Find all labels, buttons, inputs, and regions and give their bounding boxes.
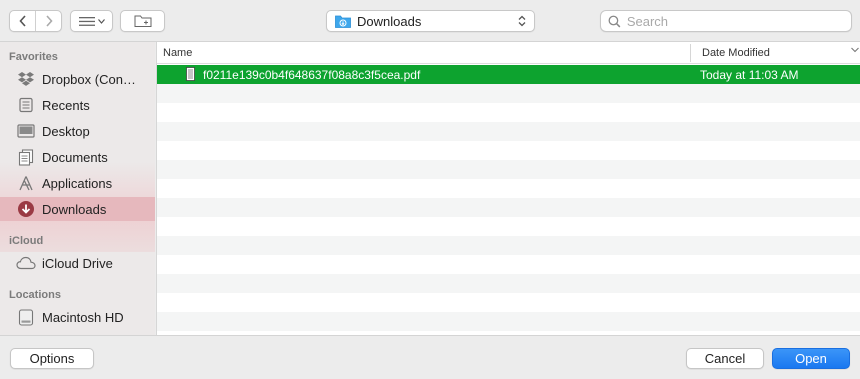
sidebar-item-macintosh-hd[interactable]: Macintosh HD <box>0 305 155 329</box>
column-header: Name Date Modified <box>157 42 860 64</box>
empty-row <box>157 179 860 198</box>
sidebar: Favorites Dropbox (Con… Recents Desktop <box>0 42 155 335</box>
downloads-icon <box>16 200 36 218</box>
empty-row <box>157 141 860 160</box>
sidebar-item-dropbox[interactable]: Dropbox (Con… <box>0 67 155 91</box>
column-header-date-modified[interactable]: Date Modified <box>702 47 770 59</box>
new-folder-button[interactable] <box>120 10 165 32</box>
empty-row <box>157 198 860 217</box>
locations-header: Locations <box>9 289 61 301</box>
toolbar: Downloads <box>0 0 860 42</box>
file-browser: Name Date Modified f0211e139c0b4f648637f… <box>156 42 860 335</box>
open-button[interactable]: Open <box>772 348 850 369</box>
new-folder-icon <box>134 15 151 27</box>
desktop-icon <box>16 122 36 140</box>
sidebar-item-label: Recents <box>42 97 90 113</box>
empty-row <box>157 103 860 122</box>
pdf-file-icon <box>186 67 195 81</box>
empty-row <box>157 274 860 293</box>
updown-chevron-icon <box>518 15 526 27</box>
harddrive-icon <box>16 308 36 326</box>
search-input[interactable] <box>626 13 844 29</box>
chevron-right-icon <box>46 15 53 27</box>
sidebar-item-label: Dropbox (Con… <box>42 71 136 87</box>
empty-row <box>157 255 860 274</box>
chevron-left-icon <box>19 15 26 27</box>
file-name: f0211e139c0b4f648637f08a8c3f5cea.pdf <box>203 68 421 82</box>
empty-row <box>157 160 860 179</box>
file-row[interactable]: f0211e139c0b4f648637f08a8c3f5cea.pdf Tod… <box>157 65 860 84</box>
cancel-button[interactable]: Cancel <box>686 348 764 369</box>
sidebar-item-label: iCloud Drive <box>42 255 113 271</box>
search-field[interactable] <box>600 10 852 32</box>
view-options-button[interactable] <box>70 10 113 32</box>
empty-row <box>157 293 860 312</box>
downloads-folder-icon <box>335 15 351 28</box>
sidebar-item-label: Downloads <box>42 201 107 217</box>
search-icon <box>608 15 621 27</box>
sidebar-item-label: Applications <box>42 175 113 191</box>
navigation-buttons <box>9 10 62 32</box>
empty-row <box>157 236 860 255</box>
location-popup[interactable]: Downloads <box>326 10 535 32</box>
sidebar-item-recents[interactable]: Recents <box>0 93 155 117</box>
cloud-icon <box>16 254 36 272</box>
sidebar-item-desktop[interactable]: Desktop <box>0 119 155 143</box>
documents-icon <box>16 148 36 166</box>
empty-row <box>157 122 860 141</box>
favorites-header: Favorites <box>9 51 58 63</box>
location-label: Downloads <box>357 13 422 29</box>
forward-button[interactable] <box>35 11 61 31</box>
sidebar-item-label: Documents <box>42 149 108 165</box>
bottom-bar: Options Cancel Open <box>0 335 860 379</box>
options-button[interactable]: Options <box>10 348 94 369</box>
dropbox-icon <box>16 70 36 88</box>
file-date-modified: Today at 11:03 AM <box>700 68 799 82</box>
empty-row <box>157 217 860 236</box>
applications-icon <box>16 174 36 192</box>
sidebar-item-applications[interactable]: Applications <box>0 171 155 195</box>
sidebar-item-downloads[interactable]: Downloads <box>0 197 155 221</box>
column-divider[interactable] <box>690 44 691 62</box>
file-rows: f0211e139c0b4f648637f08a8c3f5cea.pdf Tod… <box>157 65 860 335</box>
list-view-icon <box>78 16 95 26</box>
sidebar-item-icloud-drive[interactable]: iCloud Drive <box>0 251 155 275</box>
icloud-header: iCloud <box>9 235 44 247</box>
column-header-name[interactable]: Name <box>163 47 192 59</box>
sidebar-item-label: Desktop <box>42 123 90 139</box>
sort-chevron-icon <box>851 47 859 53</box>
empty-row <box>157 312 860 331</box>
sidebar-item-label: Macintosh HD <box>42 309 124 325</box>
chevron-down-icon <box>97 18 105 24</box>
empty-row <box>157 84 860 103</box>
sidebar-item-documents[interactable]: Documents <box>0 145 155 169</box>
recents-icon <box>16 96 36 114</box>
back-button[interactable] <box>10 11 35 31</box>
